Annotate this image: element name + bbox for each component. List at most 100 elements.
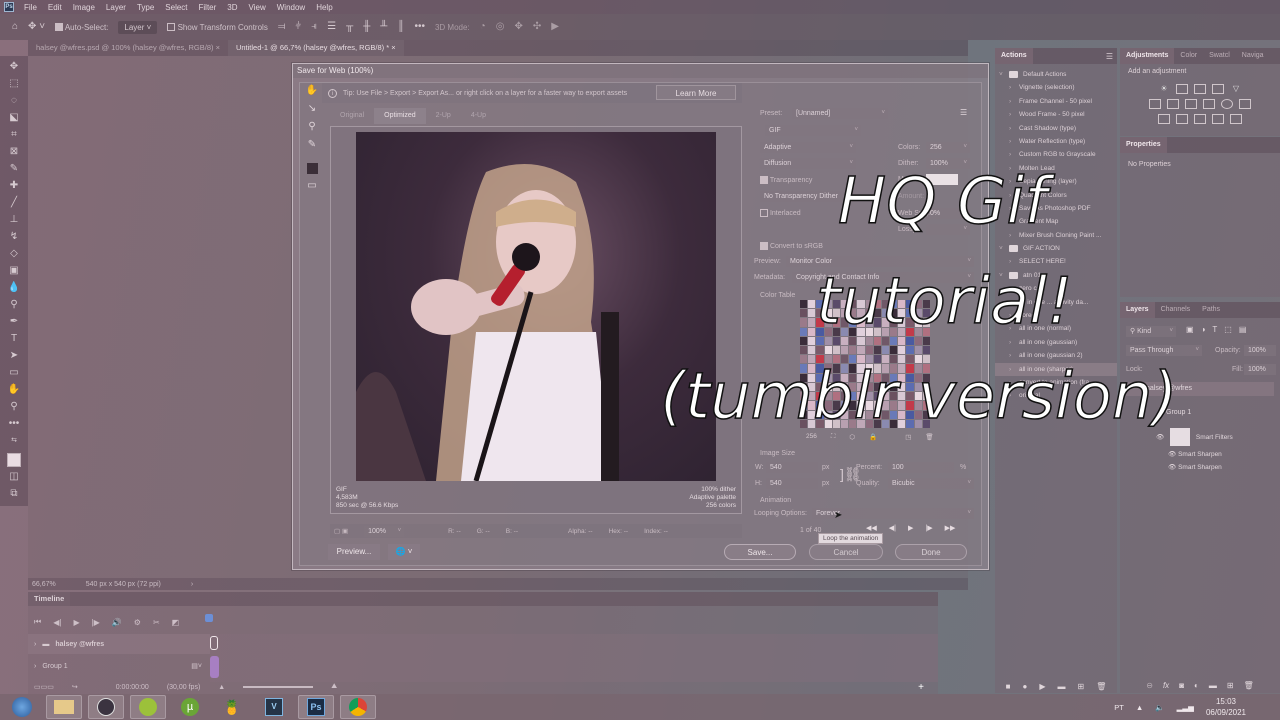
opacity-field[interactable]: 100%	[1244, 345, 1276, 356]
clock[interactable]: 15:03 06/09/2021	[1206, 696, 1246, 718]
color-swatch[interactable]	[890, 346, 898, 355]
volume-icon[interactable]: 🔈	[1155, 703, 1164, 712]
auto-select-target-dropdown[interactable]: Layer ˅	[118, 20, 158, 34]
add-color-icon[interactable]: ◳	[905, 433, 911, 441]
adjustments-tab[interactable]: Adjustments	[1120, 48, 1175, 64]
taskbar-chrome[interactable]	[340, 695, 376, 719]
timeline-tracks[interactable]	[210, 634, 938, 682]
colors-field[interactable]: 256 ˅	[926, 142, 970, 153]
quality-dropdown[interactable]: Bicubic ˅	[888, 478, 974, 489]
home-icon[interactable]: ⌂	[12, 22, 18, 32]
tab-optimized[interactable]: Optimized	[374, 108, 426, 124]
move-tool-icon[interactable]: ✥	[6, 60, 22, 74]
new-group-icon[interactable]: ▬	[1209, 681, 1217, 690]
network-icon[interactable]: ▂▃▅	[1177, 703, 1194, 712]
show-transform-checkbox[interactable]: Show Transform Controls	[167, 23, 268, 32]
blend-mode-dropdown[interactable]: Pass Through ˅	[1126, 345, 1202, 356]
convert-srgb-checkbox[interactable]: Convert to sRGB	[760, 242, 823, 250]
actions-tab[interactable]: Actions	[995, 48, 1033, 64]
new-layer-icon[interactable]: ⊞	[1227, 681, 1234, 690]
menu-layer[interactable]: Layer	[106, 3, 126, 12]
blur-tool-icon[interactable]: 💧	[6, 281, 22, 295]
auto-select-checkbox[interactable]: Auto-Select:	[55, 23, 108, 32]
distribute-horizontal-icon[interactable]: ║	[397, 22, 404, 32]
type-tool-icon[interactable]: T	[6, 332, 22, 346]
color-swatch[interactable]	[906, 346, 914, 355]
paths-tab[interactable]: Paths	[1196, 302, 1226, 318]
move-tool-icon[interactable]: ✥ ˅	[28, 22, 45, 32]
properties-tab[interactable]: Properties	[1120, 137, 1167, 153]
color-swatch[interactable]	[800, 309, 808, 318]
screen-mode-icon[interactable]: ⧉	[6, 487, 22, 501]
zoom-out-mountain-icon[interactable]: ▲	[218, 684, 225, 691]
color-lookup-icon[interactable]	[1239, 99, 1251, 109]
hue-saturation-icon[interactable]	[1149, 99, 1161, 109]
color-balance-icon[interactable]	[1167, 99, 1179, 109]
curves-icon[interactable]	[1194, 84, 1206, 94]
transparency-checkbox[interactable]: Transparency	[760, 176, 812, 184]
swap-colors-icon[interactable]: ⇆	[6, 434, 22, 448]
vibrance-icon[interactable]: ▽	[1230, 84, 1242, 94]
render-icon[interactable]: ↪	[72, 683, 78, 691]
menu-view[interactable]: View	[249, 3, 266, 12]
photo-filter-icon[interactable]	[1203, 99, 1215, 109]
filter-row[interactable]: 👁 Smart Sharpen	[1168, 463, 1274, 471]
next-frame-icon[interactable]: |▶	[925, 524, 932, 532]
web-shift-icon[interactable]: ⬡	[849, 433, 855, 441]
save-button[interactable]: Save...	[724, 544, 796, 560]
doc-tab-halsey-psd[interactable]: halsey @wfres.psd @ 100% (halsey @wfres,…	[28, 40, 228, 56]
prev-frame-icon[interactable]: ◀|	[53, 618, 61, 627]
color-swatch[interactable]	[832, 346, 840, 355]
color-swatch[interactable]	[824, 346, 832, 355]
action-item[interactable]: › Frame Channel - 50 pixel	[995, 95, 1117, 108]
zoom-dropdown[interactable]: 100% ˅	[364, 525, 405, 537]
pen-tool-icon[interactable]: ✒	[6, 315, 22, 329]
layer-mask-icon[interactable]: ◙	[1179, 681, 1184, 690]
hand-tool-icon[interactable]: ✋	[6, 383, 22, 397]
expand-chevron-icon[interactable]: ˅	[999, 68, 1003, 81]
color-swatch[interactable]	[800, 336, 808, 346]
new-action-icon[interactable]: ⊞	[1077, 682, 1084, 691]
brush-tool-icon[interactable]: ╱	[6, 196, 22, 210]
collapsed-chevron-icon[interactable]: ›	[1009, 95, 1011, 108]
learn-more-button[interactable]: Learn More	[656, 85, 736, 100]
gradient-tool-icon[interactable]: ▣	[6, 264, 22, 278]
preset-dropdown[interactable]: [Unnamed] ˅	[792, 108, 888, 119]
align-top-icon[interactable]: ╥	[346, 22, 353, 32]
tab-4-up[interactable]: 4-Up	[461, 108, 496, 124]
dodge-tool-icon[interactable]: ⚲	[6, 298, 22, 312]
menu-edit[interactable]: Edit	[48, 3, 62, 12]
color-swatch[interactable]	[898, 346, 906, 355]
taskbar-utorrent[interactable]: µ	[172, 695, 208, 719]
menu-select[interactable]: Select	[165, 3, 187, 12]
foreground-color-swatch[interactable]	[7, 453, 21, 467]
optimize-menu-icon[interactable]: ☰	[960, 108, 967, 117]
convert-frames-icon[interactable]: ▭▭▭	[34, 683, 54, 691]
brightness-contrast-icon[interactable]: ☀	[1158, 84, 1170, 94]
playhead[interactable]	[205, 614, 213, 622]
settings-gear-icon[interactable]: ⚙	[134, 618, 141, 627]
collapsed-chevron-icon[interactable]: ›	[1009, 135, 1011, 148]
first-frame-icon[interactable]: ◀◀	[866, 524, 877, 532]
3d-roll-icon[interactable]: ◎	[496, 22, 505, 32]
map-web-icon[interactable]: ⛶	[831, 433, 836, 441]
timeline-zoom-slider[interactable]	[243, 686, 314, 688]
prev-frame-icon[interactable]: ◀|	[889, 524, 896, 532]
reduction-dropdown[interactable]: Adaptive ˅	[760, 142, 856, 153]
new-set-icon[interactable]: ▬	[1057, 682, 1065, 691]
align-bottom-icon[interactable]: ╨	[380, 22, 387, 32]
fx-icon[interactable]: fx	[1163, 681, 1169, 690]
visibility-eye-icon[interactable]: 👁	[1168, 451, 1176, 458]
track-row[interactable]: › ▬ halsey @wfres	[28, 634, 210, 654]
color-swatch[interactable]	[800, 346, 808, 355]
add-media-icon[interactable]: +	[918, 682, 924, 693]
color-swatch[interactable]	[808, 318, 816, 327]
menu-type[interactable]: Type	[137, 3, 154, 12]
new-adjustment-icon[interactable]: ◐	[1194, 681, 1199, 690]
doc-tab-untitled-1[interactable]: Untitled-1 @ 66,7% (halsey @wfres, RGB/8…	[227, 40, 404, 56]
color-swatch[interactable]	[840, 346, 849, 355]
play-action-icon[interactable]: ▶	[1039, 682, 1045, 691]
distribute-icon[interactable]: ☰	[327, 22, 336, 32]
color-swatch[interactable]	[922, 346, 930, 355]
eyedropper-tool-icon[interactable]: ✎	[6, 162, 22, 176]
